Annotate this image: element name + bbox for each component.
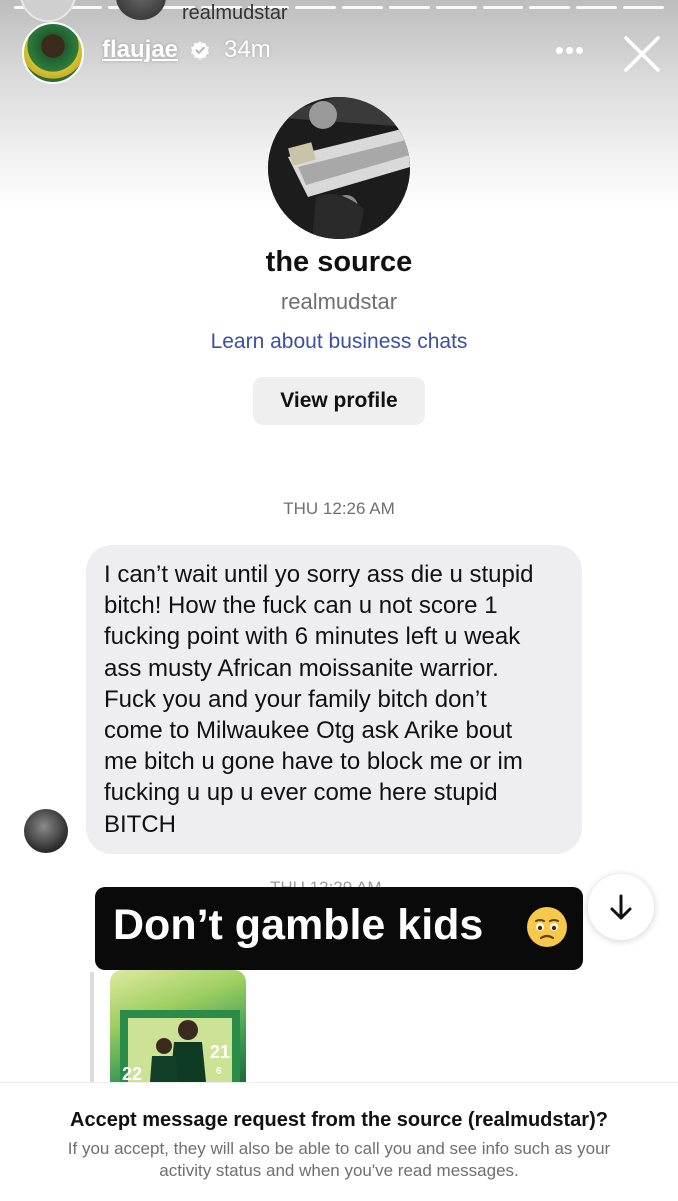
reply-quote-line bbox=[90, 972, 94, 1082]
verified-badge-icon bbox=[191, 41, 209, 60]
sender-avatar[interactable] bbox=[24, 809, 68, 853]
message-text: I can’t wait until yo sorry ass die u st… bbox=[104, 561, 534, 838]
sticker-text: Don’t gamble kids bbox=[113, 901, 484, 949]
accept-request-description: If you accept, they will also be able to… bbox=[67, 1139, 611, 1180]
story-user-avatar[interactable] bbox=[22, 22, 84, 84]
profile-handle: realmudstar bbox=[280, 289, 398, 314]
message-timestamp: THU 12:26 AM bbox=[283, 499, 395, 518]
story-username[interactable]: flaujae bbox=[102, 36, 178, 64]
pleading-face-emoji-icon bbox=[527, 907, 567, 947]
shared-post-number-22: 22 bbox=[122, 1064, 142, 1082]
business-chats-link[interactable]: Learn about business chats bbox=[0, 330, 678, 354]
accept-request-title: Accept message request from the source (… bbox=[70, 1109, 608, 1131]
arrow-down-icon bbox=[610, 894, 632, 920]
more-options-icon[interactable]: ••• bbox=[550, 36, 590, 68]
profile-picture[interactable] bbox=[268, 97, 410, 239]
screenshot-top-username: realmudstar bbox=[182, 2, 288, 24]
shared-post-thumbnail[interactable]: 21 6 22 bbox=[110, 970, 246, 1082]
story-progress-bar bbox=[14, 6, 665, 9]
story-time: 34m bbox=[224, 36, 271, 63]
profile-name: the source bbox=[265, 246, 413, 278]
shared-post-number-6: 6 bbox=[216, 1066, 222, 1077]
scroll-to-bottom-button[interactable] bbox=[588, 874, 654, 940]
story-text-sticker: Don’t gamble kids bbox=[95, 887, 583, 970]
shared-post-number-21: 21 bbox=[210, 1042, 230, 1062]
message-request-panel: Accept message request from the source (… bbox=[0, 1082, 678, 1201]
view-profile-button[interactable]: View profile bbox=[253, 377, 425, 425]
close-icon[interactable] bbox=[620, 32, 664, 76]
message-bubble[interactable]: I can’t wait until yo sorry ass die u st… bbox=[86, 545, 582, 854]
